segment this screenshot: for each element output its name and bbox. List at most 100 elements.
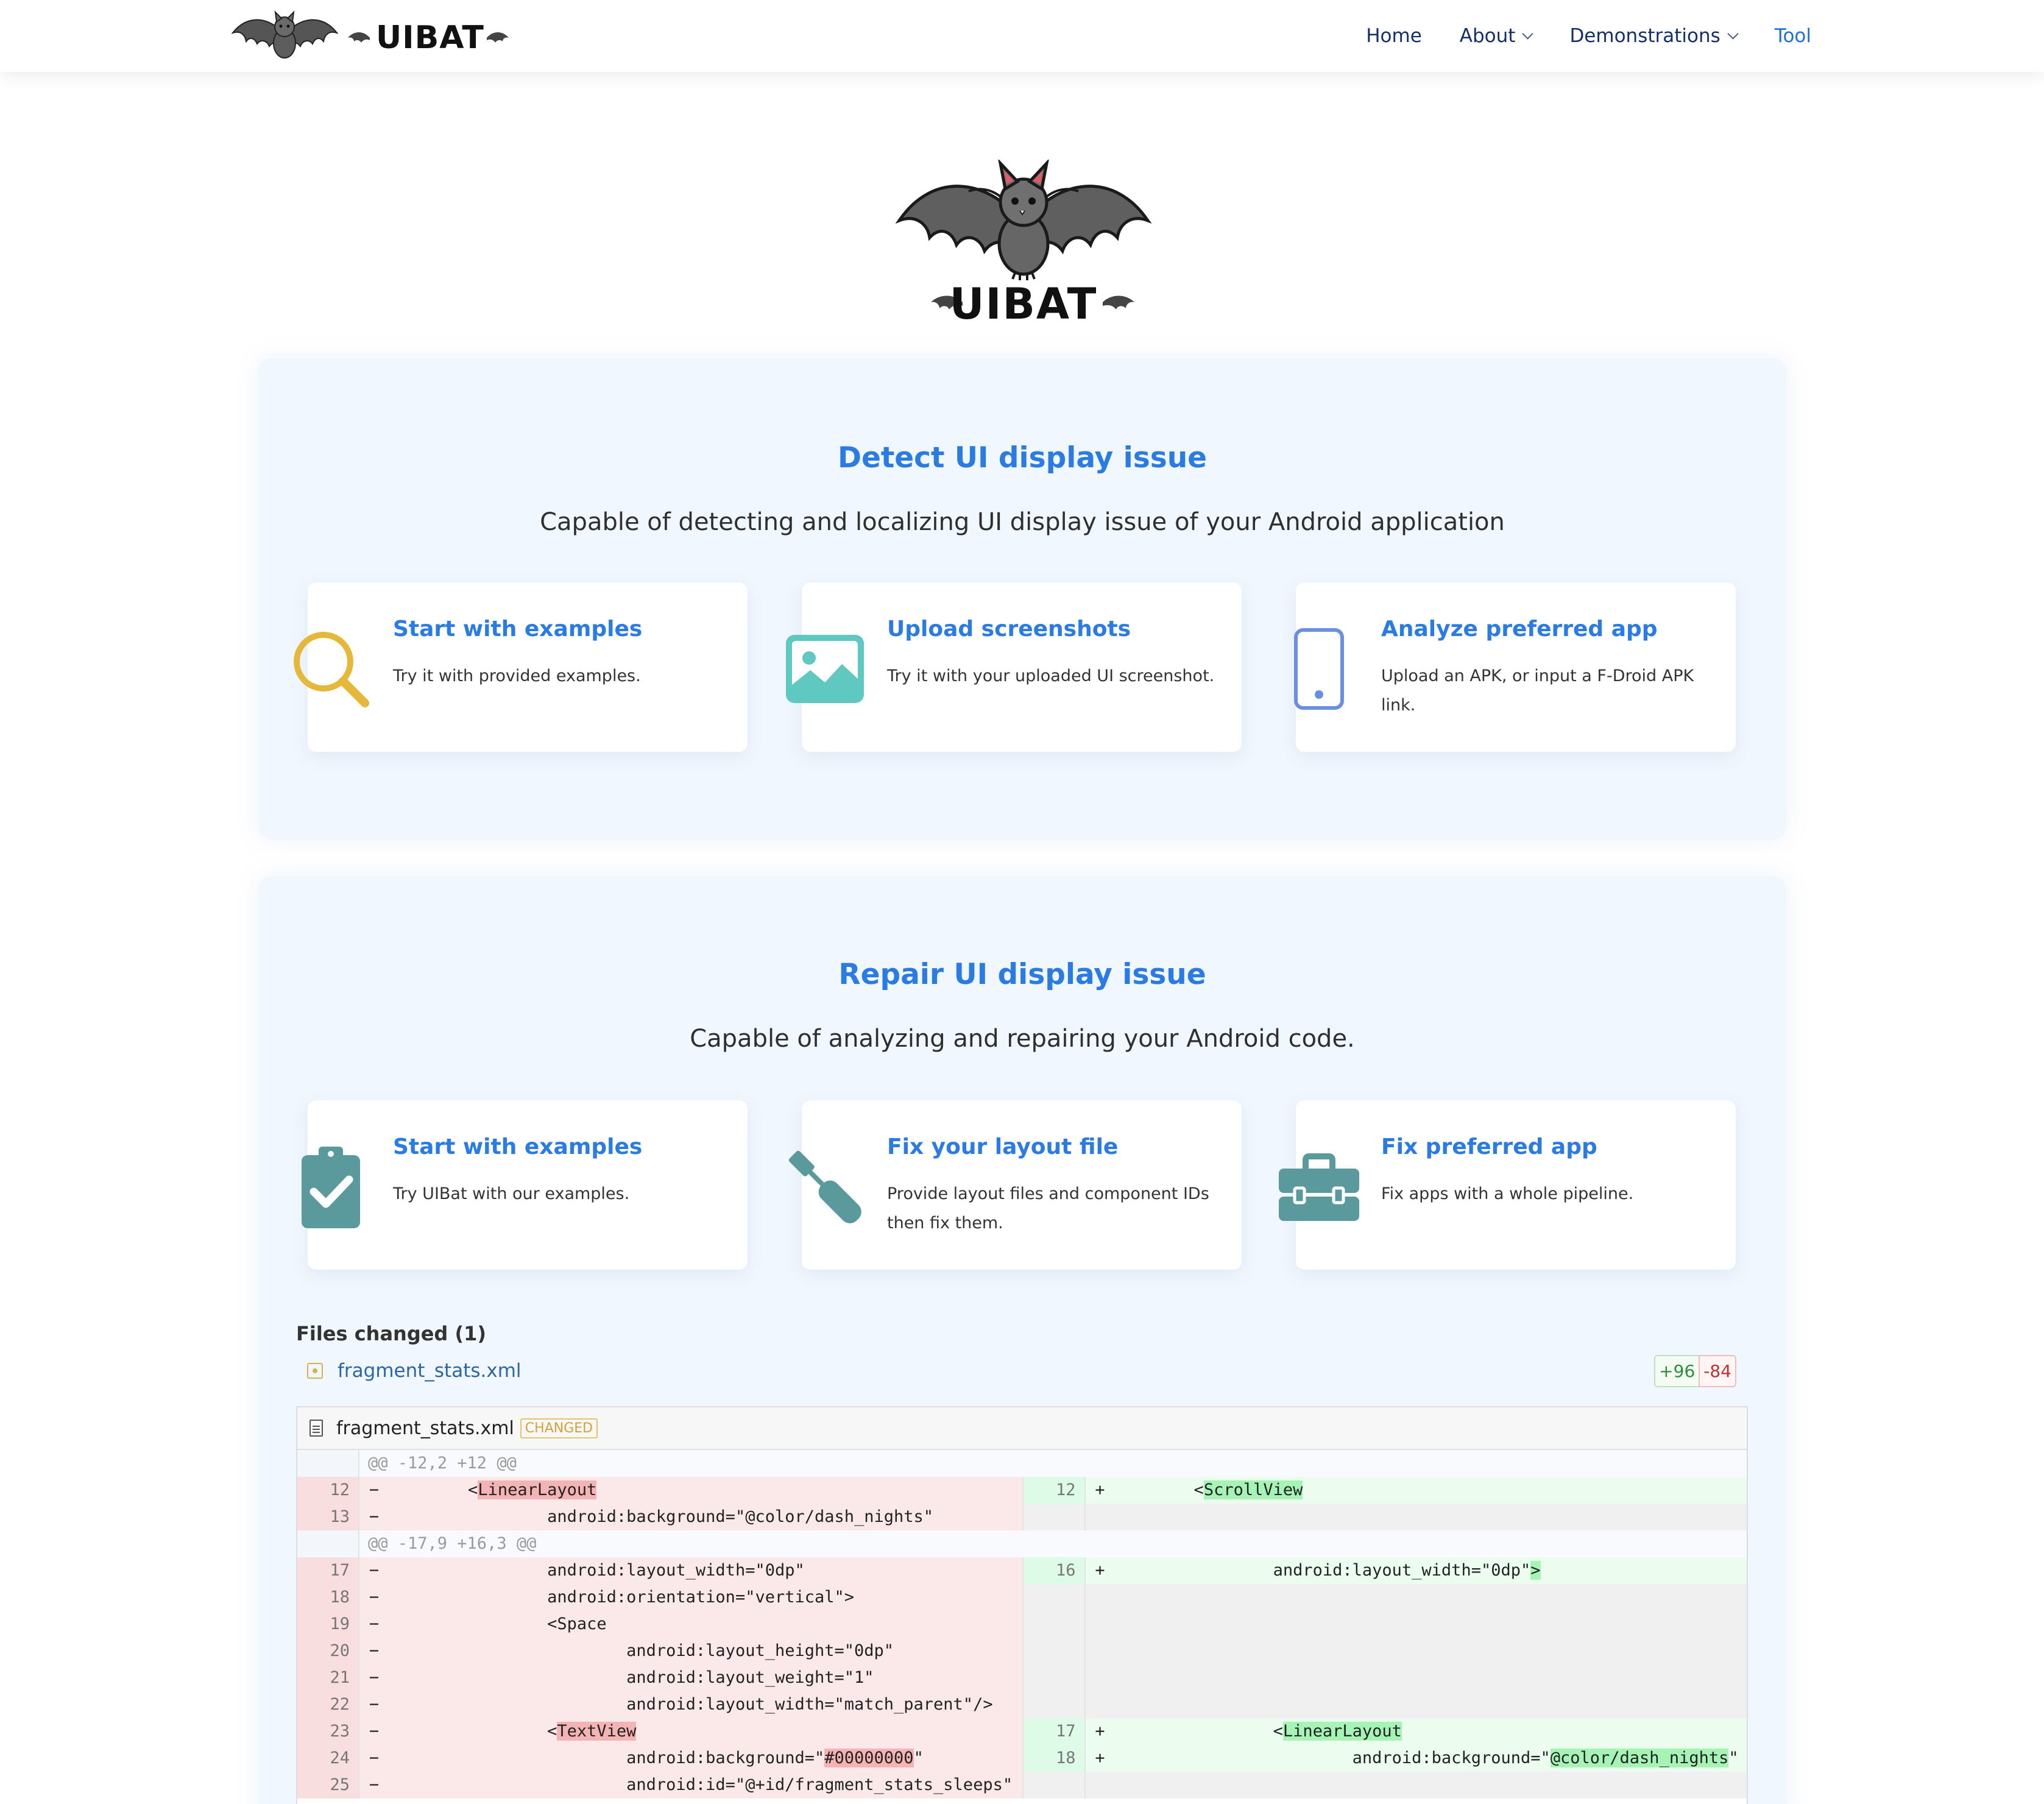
line-number: 12 [1023, 1477, 1086, 1504]
diff-row: 21− android:layout_weight="1" [297, 1664, 1747, 1691]
diff-right-cell [1022, 1504, 1747, 1530]
nav-home-label: Home [1366, 25, 1422, 47]
changed-token: > [1530, 1561, 1541, 1580]
changed-token: TextView [557, 1722, 637, 1741]
diff-right-cell: 16 + android:layout_width="0dp"> [1022, 1557, 1747, 1584]
line-number: 16 [1023, 1557, 1086, 1584]
diff-left-cell: 23− <TextView [297, 1718, 1022, 1745]
file-link[interactable]: fragment_stats.xml [338, 1360, 522, 1382]
diff-left-cell: 25− android:id="@+id/fragment_stats_slee… [297, 1772, 1022, 1799]
changed-token: LinearLayout [1282, 1722, 1402, 1741]
diff-left-cell: 24− android:background="#00000000" [297, 1745, 1022, 1772]
change-marker: − [369, 1695, 380, 1714]
code-text: android:background="@color/dash_nights" [389, 1507, 934, 1526]
nav-home[interactable]: Home [1366, 25, 1422, 47]
small-bat-wing-icon [1103, 295, 1134, 310]
nav-demonstrations[interactable]: Demonstrations [1569, 25, 1739, 47]
brand-logo-link[interactable]: UIBAT [232, 9, 510, 63]
line-number [297, 1450, 359, 1477]
hunk-text: @@ -12,2 +12 @@ [368, 1454, 517, 1473]
nav-about[interactable]: About [1460, 25, 1534, 47]
diff-viewer: fragment_stats.xml CHANGED @@ -12,2 +12 … [296, 1406, 1748, 1804]
change-marker: − [369, 1722, 380, 1741]
line-number: 17 [297, 1557, 359, 1584]
line-number: 18 [1023, 1745, 1086, 1772]
line-number [1023, 1584, 1086, 1611]
card-title: Upload screenshots [887, 617, 1131, 642]
diff-right-cell [1022, 1584, 1747, 1611]
card-fix-layout-file[interactable]: Fix your layout file Provide layout file… [788, 1100, 1242, 1270]
card-title: Fix preferred app [1381, 1134, 1597, 1159]
change-marker: − [369, 1588, 380, 1607]
diff-row: 13− android:background="@color/dash_nigh… [297, 1504, 1747, 1530]
chevron-down-icon [1727, 27, 1739, 40]
diff-row: 23− <TextView 17 + <LinearLayout [297, 1718, 1747, 1745]
card-detect-examples[interactable]: Start with examples Try it with provided… [294, 582, 748, 752]
code-text: android:id="@+id/fragment_stats_sleeps" [389, 1775, 1013, 1794]
change-marker: + [1095, 1722, 1105, 1741]
card-fix-preferred-app[interactable]: Fix preferred app Fix apps with a whole … [1279, 1100, 1736, 1270]
diff-row: 20− android:layout_height="0dp" [297, 1638, 1747, 1664]
code-text: <LinearLayout [1114, 1722, 1402, 1741]
diff-file-header: fragment_stats.xml CHANGED [297, 1407, 1747, 1450]
diff-body: @@ -12,2 +12 @@ 12− <LinearLayout 12 + <Scr… [297, 1450, 1747, 1799]
code-text: android:orientation="vertical"> [389, 1588, 855, 1607]
small-bat-wing-icon [486, 32, 509, 43]
bat-logo-icon [232, 10, 338, 58]
nav-tool-label: Tool [1774, 25, 1811, 47]
diff-left-cell: 13− android:background="@color/dash_nigh… [297, 1504, 1022, 1530]
diff-right-cell: 17 + <LinearLayout [1022, 1718, 1747, 1745]
code-text: android:layout_width="match_parent"/> [389, 1695, 993, 1714]
card-title: Start with examples [393, 617, 643, 642]
line-number: 25 [297, 1772, 359, 1799]
card-title: Fix your layout file [887, 1134, 1119, 1159]
diff-left-cell: 12− <LinearLayout [297, 1477, 1022, 1504]
change-marker: + [1095, 1561, 1105, 1580]
card-repair-examples[interactable]: Start with examples Try UIBat with our e… [302, 1100, 748, 1270]
code-text: <Space [389, 1615, 607, 1633]
code-text: <TextView [389, 1722, 637, 1741]
code-text: <LinearLayout [389, 1480, 597, 1499]
phone-icon [1276, 626, 1362, 712]
change-marker: − [369, 1749, 380, 1767]
line-number [1023, 1611, 1086, 1638]
diff-row: 25− android:id="@+id/fragment_stats_slee… [297, 1772, 1747, 1799]
nav-tool[interactable]: Tool [1775, 25, 1811, 47]
card-description: Try it with provided examples. [393, 667, 641, 685]
additions-count: +96 [1654, 1355, 1700, 1387]
diff-hunk-header: @@ -17,9 +16,3 @@ [297, 1530, 1747, 1557]
files-changed-title: Files changed (1) [296, 1322, 486, 1345]
detect-section: Detect UI display issue Capable of detec… [258, 358, 1786, 840]
diff-left-cell: 17− android:layout_width="0dp" [297, 1557, 1022, 1584]
diff-left-cell: 19− <Space [297, 1611, 1022, 1638]
diff-right-cell [1022, 1611, 1747, 1638]
diff-right-cell [1022, 1691, 1747, 1718]
hunk-text: @@ -17,9 +16,3 @@ [368, 1534, 537, 1553]
file-modified-icon [307, 1363, 323, 1379]
diff-stats: +96 -84 [1654, 1355, 1736, 1387]
card-analyze-app[interactable]: Analyze preferred app Upload an APK, or … [1294, 582, 1736, 752]
code-text: android:background="@color/dash_nights" [1114, 1749, 1739, 1767]
card-upload-screenshots[interactable]: Upload screenshots Try it with your uplo… [786, 582, 1242, 752]
brand-name: UIBAT [376, 19, 484, 56]
change-marker: − [369, 1775, 380, 1794]
change-marker: − [369, 1480, 380, 1499]
image-icon [782, 626, 868, 712]
card-description: Upload an APK, or input a F-Droid APK li… [1381, 667, 1694, 715]
change-marker: − [369, 1561, 380, 1580]
change-marker: − [369, 1668, 380, 1687]
diff-row: 22− android:layout_width="match_parent"/… [297, 1691, 1747, 1718]
diff-left-cell: 20− android:layout_height="0dp" [297, 1638, 1022, 1664]
change-marker: − [369, 1641, 380, 1660]
section-title: Detect UI display issue [837, 441, 1208, 475]
diff-right-cell [1022, 1772, 1747, 1799]
change-marker: + [1095, 1480, 1105, 1499]
diff-right-cell: 18 + android:background="@color/dash_nigh… [1022, 1745, 1747, 1772]
card-description: Try UIBat with our examples. [393, 1184, 630, 1203]
code-text: android:layout_weight="1" [389, 1668, 874, 1687]
card-title: Start with examples [393, 1134, 643, 1159]
hero-logo: UIBAT [895, 158, 1152, 330]
main-nav: Home About Demonstrations Tool [1328, 0, 1811, 72]
line-number [1023, 1691, 1086, 1718]
toolbox-icon [1276, 1144, 1362, 1229]
